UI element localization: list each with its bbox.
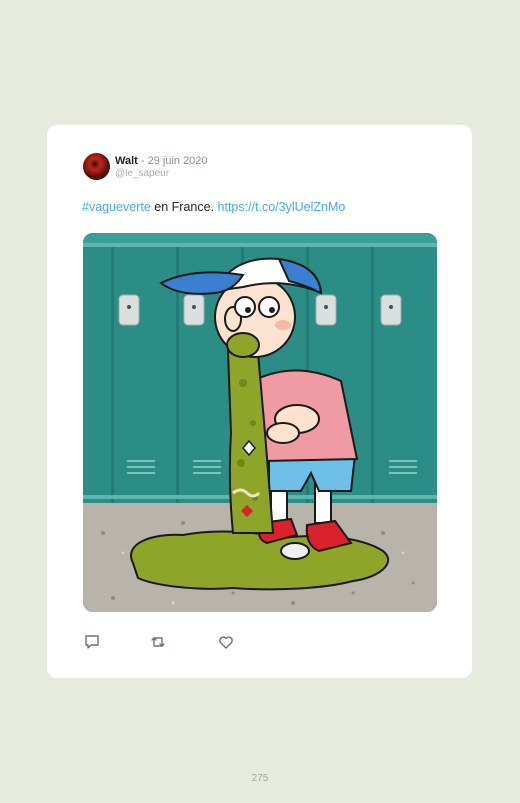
- tweet-url-link[interactable]: https://t.co/3ylUelZnMo: [218, 200, 346, 214]
- tweet-media-image[interactable]: [83, 233, 437, 612]
- tweet-date[interactable]: - 29 juin 2020: [138, 155, 208, 167]
- avatar[interactable]: [83, 153, 110, 180]
- author-handle[interactable]: @le_sapeur: [115, 168, 169, 179]
- like-icon[interactable]: [217, 633, 235, 651]
- tweet-card: Walt - 29 juin 2020 @le_sapeur #vaguever…: [47, 125, 472, 678]
- cartoon-illustration: [83, 233, 437, 612]
- tweet-author-line: Walt - 29 juin 2020: [115, 155, 208, 167]
- hashtag-link[interactable]: #vagueverte: [82, 200, 151, 214]
- retweet-icon[interactable]: [149, 633, 167, 651]
- tweet-text: #vagueverte en France. https://t.co/3ylU…: [82, 200, 345, 214]
- reply-icon[interactable]: [83, 633, 101, 651]
- page-number: 275: [251, 773, 269, 784]
- author-name[interactable]: Walt: [115, 155, 138, 167]
- tweet-body-text: en France.: [150, 200, 218, 214]
